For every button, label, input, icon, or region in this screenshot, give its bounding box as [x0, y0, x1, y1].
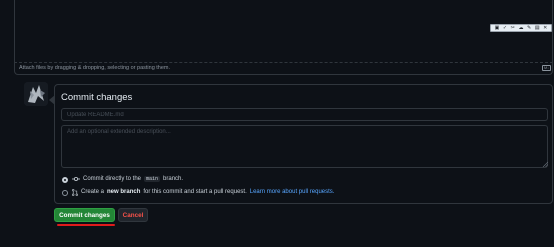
- checkmark-icon[interactable]: ✓: [503, 25, 507, 31]
- commit-title: Commit changes: [61, 92, 133, 103]
- new-branch-radio[interactable]: [62, 190, 68, 196]
- avatar-icon: [24, 82, 48, 106]
- attach-files-text[interactable]: Attach files by dragging & dropping, sel…: [19, 65, 170, 71]
- commit-direct-suffix: branch.: [163, 175, 184, 182]
- floating-toolbar: ▣ ✓ ✂ ☁ ✎ ▤ ✕: [490, 24, 552, 32]
- commit-description-input[interactable]: [61, 125, 548, 168]
- cloud-icon[interactable]: ☁: [518, 25, 523, 31]
- commit-direct-text: Commit directly to the: [83, 175, 142, 182]
- image-icon[interactable]: ▣: [495, 25, 500, 31]
- commit-direct-option[interactable]: Commit directly to the main branch.: [72, 175, 184, 182]
- new-branch-bold: new branch: [107, 189, 141, 195]
- new-branch-prefix: Create a: [81, 189, 105, 195]
- cancel-button[interactable]: Cancel: [118, 208, 148, 222]
- commit-icon: [72, 176, 80, 181]
- branch-name-badge: main: [144, 175, 161, 182]
- resize-handle-icon[interactable]: [542, 161, 548, 167]
- commit-summary-input[interactable]: [61, 108, 548, 121]
- markdown-icon: M↓: [542, 64, 551, 71]
- highlight-underline: [57, 224, 115, 226]
- scissors-icon[interactable]: ✂: [511, 25, 515, 31]
- close-icon[interactable]: ✕: [543, 25, 547, 31]
- pull-request-help-link[interactable]: Learn more about pull requests.: [250, 189, 335, 195]
- new-branch-middle: for this commit and start a pull request…: [143, 189, 247, 195]
- clipboard-icon[interactable]: ▤: [535, 25, 540, 31]
- avatar[interactable]: [24, 82, 48, 106]
- new-branch-option[interactable]: Create a new branch for this commit and …: [72, 188, 335, 196]
- commit-changes-button[interactable]: Commit changes: [54, 208, 115, 222]
- pull-request-icon: [72, 188, 78, 196]
- commit-direct-radio[interactable]: [62, 177, 68, 183]
- pencil-icon[interactable]: ✎: [527, 25, 531, 31]
